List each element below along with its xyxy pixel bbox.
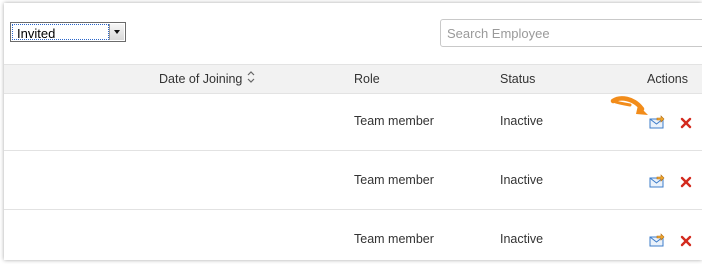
status-filter-value: Invited (17, 26, 56, 41)
resend-invite-icon[interactable] (649, 232, 665, 248)
header-role: Role (354, 72, 380, 86)
status-cell: Inactive (500, 173, 544, 187)
resend-invite-icon[interactable] (649, 173, 665, 189)
pointer-arrow-icon (610, 96, 648, 115)
header-actions: Actions (647, 72, 688, 86)
status-cell: Inactive (500, 232, 544, 246)
dropdown-arrow-button[interactable] (109, 24, 124, 40)
table-row: Team member Inactive (4, 210, 702, 260)
sort-icon[interactable] (246, 70, 256, 84)
employee-panel: Invited Date of Joining Role Status Acti… (4, 3, 702, 260)
chevron-down-icon (114, 30, 120, 34)
delete-icon[interactable] (680, 235, 692, 247)
role-cell: Team member (354, 114, 434, 128)
status-filter-select[interactable]: Invited (10, 22, 126, 42)
table-row: Team member Inactive (4, 151, 702, 210)
role-cell: Team member (354, 232, 434, 246)
delete-icon[interactable] (680, 117, 692, 129)
header-date-of-joining[interactable]: Date of Joining (159, 72, 242, 86)
table-header: Date of Joining Role Status Actions (4, 64, 702, 94)
search-employee-input[interactable] (440, 19, 702, 47)
status-cell: Inactive (500, 114, 544, 128)
resend-invite-icon[interactable] (649, 114, 665, 130)
role-cell: Team member (354, 173, 434, 187)
header-status: Status (500, 72, 536, 86)
delete-icon[interactable] (680, 176, 692, 188)
status-filter-focus: Invited (12, 24, 109, 41)
table-row: Team member Inactive (4, 92, 702, 151)
